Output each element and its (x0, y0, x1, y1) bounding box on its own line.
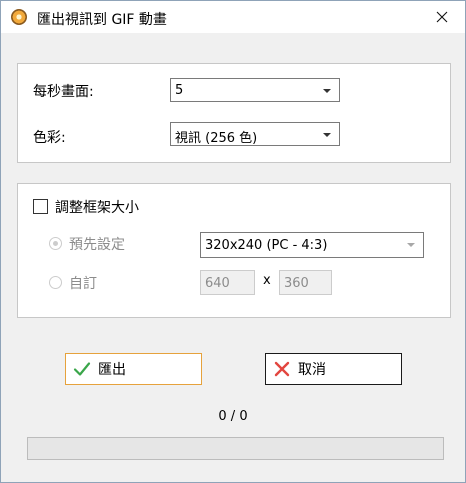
preset-radio-label: 預先設定 (69, 237, 125, 253)
app-icon (11, 9, 27, 25)
chevron-down-icon (323, 89, 331, 93)
color-label: 色彩: (33, 130, 66, 146)
preset-value: 320x240 (PC - 4:3) (205, 238, 328, 253)
resize-checkbox-label[interactable]: 調整框架大小 (55, 197, 139, 217)
title-bar[interactable]: 匯出視訊到 GIF 動畫 (1, 1, 465, 33)
export-gif-dialog: 匯出視訊到 GIF 動畫 每秒畫面: 5 色彩: 視訊 (256 色) 調整框架… (0, 0, 466, 483)
cancel-button[interactable]: 取消 (265, 353, 402, 385)
x-icon (274, 361, 290, 377)
custom-radio[interactable] (49, 276, 62, 289)
fps-value: 5 (175, 83, 184, 98)
cancel-button-label: 取消 (298, 362, 326, 378)
fps-dropdown[interactable]: 5 (170, 78, 340, 102)
custom-width-field[interactable]: 640 (200, 270, 255, 295)
resize-checkbox[interactable] (33, 199, 48, 214)
progress-counter: 0 / 0 (218, 409, 248, 424)
color-value: 視訊 (256 色) (175, 131, 258, 146)
custom-height-field[interactable]: 360 (279, 270, 332, 295)
checkmark-icon (73, 362, 91, 376)
export-button-label: 匯出 (98, 362, 126, 378)
color-dropdown[interactable]: 視訊 (256 色) (170, 122, 340, 146)
radio-selected-dot (53, 241, 58, 246)
close-button[interactable] (419, 1, 465, 33)
preset-radio[interactable] (49, 237, 62, 250)
progress-bar (27, 437, 444, 460)
export-button[interactable]: 匯出 (65, 353, 202, 385)
dimension-separator: x (263, 273, 271, 288)
chevron-down-icon (323, 133, 331, 137)
fps-label: 每秒畫面: (33, 84, 94, 100)
custom-radio-label: 自訂 (69, 276, 97, 292)
close-icon (436, 11, 448, 23)
window-title: 匯出視訊到 GIF 動畫 (37, 12, 167, 28)
preset-dropdown[interactable]: 320x240 (PC - 4:3) (200, 232, 424, 258)
chevron-down-icon (407, 243, 415, 247)
